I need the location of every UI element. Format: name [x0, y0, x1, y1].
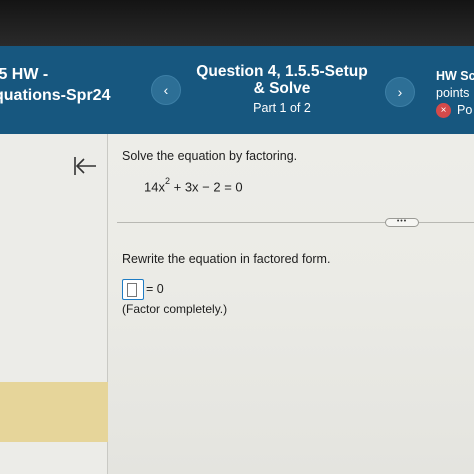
screen-bezel	[0, 0, 474, 46]
question-title-line2: & Solve	[253, 80, 311, 97]
previous-question-button[interactable]: ‹	[151, 75, 181, 105]
question-title-line1: Question 4, 1.5.5-Setup	[196, 63, 368, 80]
answer-row: = 0	[122, 278, 164, 300]
viewport: .5 HW - quations-Spr24 ‹ Question 4, 1.5…	[0, 0, 474, 474]
collapse-left-icon[interactable]	[70, 154, 100, 178]
equation-rest: + 3x − 2 = 0	[173, 179, 243, 195]
assignment-title-line2: quations-Spr24	[0, 87, 111, 104]
hw-score-label: HW Sc	[436, 69, 474, 83]
equation: 14x2 + 3x − 2 = 0	[144, 176, 243, 195]
section-divider	[117, 222, 474, 223]
x-circle-icon: ×	[436, 103, 451, 119]
left-panel	[0, 134, 108, 474]
question-panel: Solve the equation by factoring. 14x2 + …	[109, 134, 474, 474]
equation-exponent: 2	[164, 176, 170, 186]
rewrite-prompt: Rewrite the equation in factored form.	[122, 252, 331, 266]
equation-coefficient: 14x	[144, 179, 165, 195]
part-indicator: Part 1 of 2	[253, 101, 311, 115]
status-label: Po	[457, 103, 473, 117]
factored-form-input[interactable]	[122, 278, 144, 300]
assignment-title[interactable]: .5 HW - quations-Spr24	[0, 64, 110, 106]
next-question-button[interactable]: ›	[385, 77, 415, 107]
question-instruction: Solve the equation by factoring.	[122, 149, 298, 163]
assignment-header: .5 HW - quations-Spr24 ‹ Question 4, 1.5…	[0, 46, 474, 134]
chevron-right-icon: ›	[397, 84, 403, 100]
points-label: points	[436, 86, 470, 100]
chevron-left-icon: ‹	[163, 82, 169, 98]
more-options-button[interactable]: •••	[385, 218, 419, 227]
factor-note: (Factor completely.)	[122, 302, 228, 316]
left-panel-highlight	[0, 382, 108, 442]
assignment-title-line1: .5 HW -	[0, 66, 49, 83]
equals-zero-label: = 0	[146, 282, 164, 296]
score-summary: HW Sc points × Po	[436, 68, 474, 119]
question-heading: Question 4, 1.5.5-Setup & Solve Part 1 o…	[184, 63, 380, 115]
question-status: × Po	[436, 102, 474, 119]
